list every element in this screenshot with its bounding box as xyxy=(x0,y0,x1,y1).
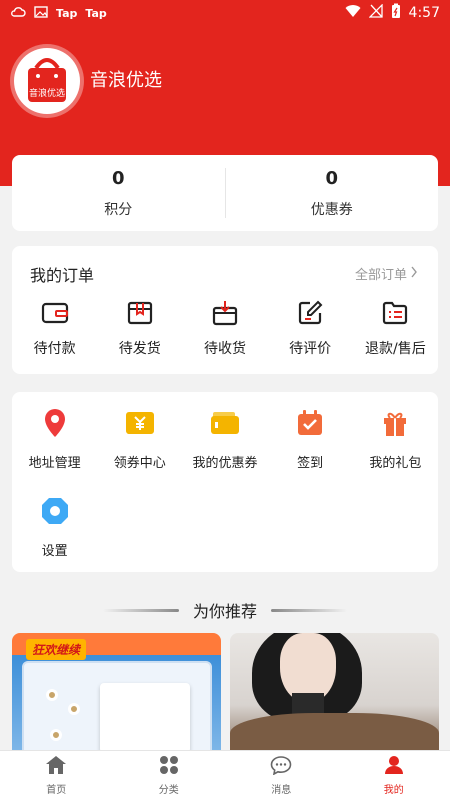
message-icon xyxy=(270,755,292,778)
coupons-stat[interactable]: 0 优惠券 xyxy=(226,168,439,219)
all-orders-link[interactable]: 全部订单 xyxy=(355,264,418,283)
orders-title: 我的订单 xyxy=(30,266,95,285)
order-pending-payment-label: 待付款 xyxy=(33,341,76,357)
receive-box-icon xyxy=(182,298,267,328)
tab-mine-label: 我的 xyxy=(383,785,404,796)
order-pending-shipment[interactable]: 待发货 xyxy=(97,298,182,358)
coupons-label: 优惠券 xyxy=(310,201,353,218)
service-gifts-label: 我的礼包 xyxy=(369,456,422,471)
location-pin-icon xyxy=(12,406,97,440)
divider xyxy=(271,608,347,612)
service-my-coupons-label: 我的优惠券 xyxy=(192,456,258,471)
svg-text:音浪优选: 音浪优选 xyxy=(29,87,65,99)
product-card-fashion[interactable] xyxy=(230,633,439,753)
flower-graphic xyxy=(50,729,62,741)
category-icon xyxy=(159,755,179,778)
wallet-card-icon xyxy=(182,406,267,440)
recommend-title: 为你推荐 xyxy=(192,602,257,621)
tab-messages-label: 消息 xyxy=(271,785,292,796)
service-coupon-center-label: 领券中心 xyxy=(113,456,166,471)
wallet-icon xyxy=(12,298,97,328)
status-app-2: Tap xyxy=(85,6,107,20)
clock: 4:57 xyxy=(408,5,440,21)
points-stat[interactable]: 0 积分 xyxy=(12,168,225,219)
tab-mine[interactable]: 我的 xyxy=(338,751,450,800)
list-icon xyxy=(353,298,438,328)
flower-graphic xyxy=(68,703,80,715)
status-bar: Tap Tap 4:57 xyxy=(0,0,450,26)
order-pending-review-label: 待评价 xyxy=(289,341,332,357)
order-pending-review[interactable]: 待评价 xyxy=(268,298,353,358)
chevron-right-icon xyxy=(410,266,418,282)
order-pending-shipment-label: 待发货 xyxy=(118,341,161,357)
service-checkin[interactable]: 签到 xyxy=(268,406,353,471)
service-address-label: 地址管理 xyxy=(28,456,81,471)
coupons-value: 0 xyxy=(325,167,339,189)
no-signal-icon xyxy=(367,3,383,22)
service-gifts[interactable]: 我的礼包 xyxy=(353,406,438,471)
flower-graphic xyxy=(46,689,58,701)
battery-icon xyxy=(391,3,401,23)
shopping-bag-logo-icon: 音浪优选 xyxy=(28,58,66,102)
services-card: 地址管理 领券中心 我的优惠券 签到 我的礼包 设置 xyxy=(12,392,438,572)
brand-name: 音浪优选 xyxy=(90,70,162,91)
edit-icon xyxy=(268,298,353,328)
service-settings[interactable]: 设置 xyxy=(12,494,97,559)
tissue-sheet xyxy=(100,683,190,753)
points-label: 积分 xyxy=(104,201,133,218)
coupon-icon xyxy=(97,406,182,440)
product-card-tissue[interactable]: 狂欢继续 xyxy=(12,633,221,753)
service-address[interactable]: 地址管理 xyxy=(12,406,97,471)
settings-icon xyxy=(12,494,97,528)
home-icon xyxy=(45,755,67,778)
model-coat xyxy=(230,713,439,753)
bottom-tab-bar: 首页 分类 消息 我的 xyxy=(0,750,450,800)
box-icon xyxy=(97,298,182,328)
service-coupon-center[interactable]: 领券中心 xyxy=(97,406,182,471)
all-orders-label: 全部订单 xyxy=(354,268,407,283)
gift-icon xyxy=(353,406,438,440)
order-refund-aftersale[interactable]: 退款/售后 xyxy=(353,298,438,358)
stats-card: 0 积分 0 优惠券 xyxy=(12,155,438,231)
cloud-icon xyxy=(10,6,26,21)
app-logo[interactable]: 音浪优选 xyxy=(14,48,80,114)
order-pending-payment[interactable]: 待付款 xyxy=(12,298,97,358)
recommend-section-title: 为你推荐 xyxy=(0,598,450,622)
order-refund-aftersale-label: 退款/售后 xyxy=(364,341,426,357)
tab-home[interactable]: 首页 xyxy=(0,751,113,800)
image-icon xyxy=(34,5,48,21)
order-pending-receipt-label: 待收货 xyxy=(203,341,246,357)
tab-category-label: 分类 xyxy=(158,785,179,796)
promo-badge: 狂欢继续 xyxy=(26,639,87,660)
tab-category[interactable]: 分类 xyxy=(113,751,226,800)
status-app-1: Tap xyxy=(56,6,78,20)
tab-messages[interactable]: 消息 xyxy=(225,751,338,800)
orders-card: 我的订单 全部订单 待付款 待发货 待收货 待评价 退款/售后 xyxy=(12,246,438,374)
tab-home-label: 首页 xyxy=(46,785,67,796)
calendar-check-icon xyxy=(268,406,353,440)
profile-icon xyxy=(384,755,404,778)
points-value: 0 xyxy=(111,167,125,189)
order-pending-receipt[interactable]: 待收货 xyxy=(182,298,267,358)
service-checkin-label: 签到 xyxy=(297,456,324,471)
divider xyxy=(102,608,179,612)
service-my-coupons[interactable]: 我的优惠券 xyxy=(182,406,267,471)
wifi-icon xyxy=(345,4,361,22)
service-settings-label: 设置 xyxy=(41,544,68,559)
